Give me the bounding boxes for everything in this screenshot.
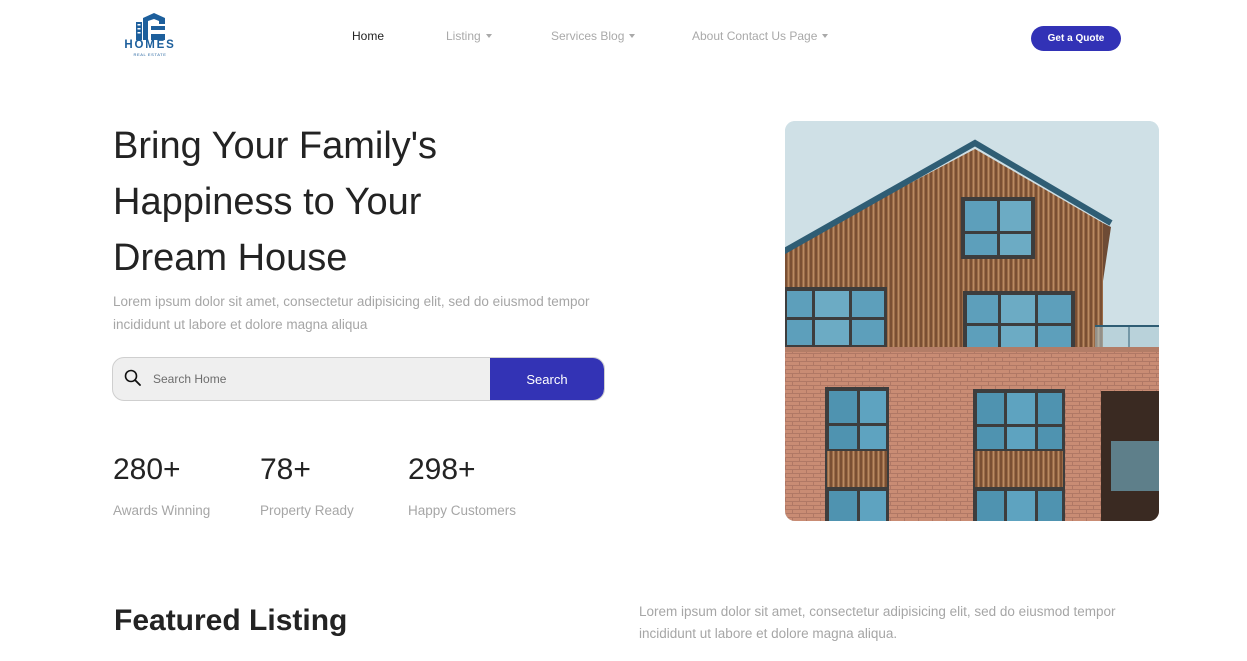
logo[interactable]: HOMES REAL ESTATE (120, 10, 182, 60)
hero-title-line: Dream House (113, 237, 348, 279)
stat-label: Property Ready (260, 503, 354, 518)
stat-label: Awards Winning (113, 503, 211, 518)
nav-item-about-contact[interactable]: About Contact Us Page (692, 29, 829, 43)
nav-item-label: Listing (446, 29, 481, 43)
logo-tagline: REAL ESTATE (133, 52, 167, 57)
featured-listing-title: Featured Listing (114, 604, 348, 637)
nav-item-label: Home (352, 29, 385, 43)
search-bar: Search (112, 357, 605, 401)
caret-down-icon (485, 34, 492, 38)
stat-customers: 298+ Happy Customers (408, 452, 516, 518)
search-icon (124, 369, 141, 386)
stat-value: 298+ (408, 453, 476, 486)
hero-title: Bring Your Family's Happiness to Your Dr… (113, 118, 633, 286)
search-input[interactable] (153, 358, 488, 400)
nav-item-label: Services Blog (551, 29, 625, 43)
logo-mark-icon (136, 13, 165, 40)
get-a-quote-button[interactable]: Get a Quote (1031, 26, 1121, 51)
caret-down-icon (629, 34, 636, 38)
stat-value: 78+ (260, 453, 311, 486)
stat-value: 280+ (113, 453, 181, 486)
hero-title-line: Happiness to Your (113, 181, 422, 223)
hero-house-image (785, 121, 1159, 521)
hero-description: Lorem ipsum dolor sit amet, consectetur … (113, 294, 590, 332)
nav-item-services-blog[interactable]: Services Blog (551, 29, 636, 43)
stat-label: Happy Customers (408, 503, 517, 518)
logo-name: HOMES (124, 39, 176, 51)
stat-property: 78+ Property Ready (260, 452, 354, 518)
nav-item-home[interactable]: Home (352, 29, 384, 43)
search-button[interactable]: Search (490, 358, 604, 400)
hero-title-line: Bring Your Family's (113, 125, 438, 167)
nav-item-label: About Contact Us Page (692, 29, 818, 43)
stat-awards: 280+ Awards Winning (113, 452, 210, 518)
nav-item-listing[interactable]: Listing (446, 29, 492, 43)
caret-down-icon (822, 34, 829, 38)
featured-listing-description: Lorem ipsum dolor sit amet, consectetur … (639, 604, 1116, 641)
